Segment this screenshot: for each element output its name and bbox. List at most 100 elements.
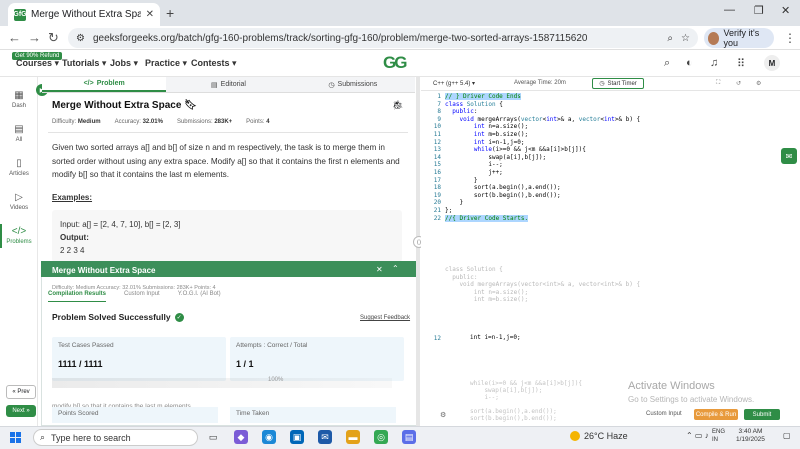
app-icon[interactable]: ▤: [402, 430, 416, 444]
line-number: 16: [433, 168, 441, 176]
ghost-code-line: int i=n-1,j=0;: [470, 334, 521, 341]
submit-button[interactable]: Submit: [744, 409, 780, 420]
taskbar-search[interactable]: ⌕ Type here to search: [33, 429, 198, 446]
video-icon: ▷: [15, 192, 23, 203]
average-time: Average Time: 20m: [514, 80, 566, 86]
prev-button[interactable]: « Prev: [6, 385, 36, 399]
ghost-code-lower: while(i>=0 && j<m &&a[i]>b[j]){ swap(a[i…: [470, 380, 582, 422]
list-icon: ▤: [14, 124, 24, 135]
tab-title: Merge Without Extra Space | Pr: [31, 9, 141, 20]
browser-menu-icon[interactable]: ⋮: [784, 31, 796, 45]
next-button[interactable]: Next »: [6, 405, 36, 417]
rail-videos[interactable]: ▷ Videos: [0, 192, 38, 211]
nav-contests[interactable]: Contests ▾: [191, 58, 237, 69]
tab-editorial[interactable]: ▤ Editorial: [166, 77, 290, 92]
url-text[interactable]: geeksforgeeks.org/batch/gfg-160-problems…: [93, 33, 659, 44]
custom-input-toggle[interactable]: Custom Input: [646, 411, 682, 417]
editor-bottom-gear-icon[interactable]: ⚙: [440, 411, 446, 419]
rail-all[interactable]: ▤ All: [0, 124, 38, 143]
rail-problems[interactable]: </> Problems: [0, 226, 38, 245]
language-select[interactable]: C++ (g++ 5.4) ▾: [433, 80, 475, 87]
zoom-icon[interactable]: ⌕: [667, 33, 673, 44]
nav-tutorials[interactable]: Tutorials ▾: [62, 58, 106, 69]
edge-icon[interactable]: ◉: [262, 430, 276, 444]
suggest-feedback-link[interactable]: Suggest Feedback: [360, 315, 410, 321]
reload-icon[interactable]: ↻: [48, 30, 59, 46]
result-tabs: Compilation Results Custom Input Y.O.G.I…: [48, 291, 414, 302]
address-bar[interactable]: ⚙ geeksforgeeks.org/batch/gfg-160-proble…: [68, 28, 698, 48]
theme-toggle-icon[interactable]: ◐: [686, 57, 693, 69]
tab-yogi-bot[interactable]: Y.O.G.I. (AI Bot): [178, 291, 221, 302]
nav-jobs[interactable]: Jobs ▾: [110, 58, 138, 69]
notifications-icon[interactable]: ▢: [783, 431, 791, 440]
user-avatar[interactable]: M: [764, 55, 780, 71]
windows-start-icon[interactable]: [10, 432, 21, 443]
collapse-result-icon[interactable]: ⌃: [392, 264, 399, 273]
compile-run-button[interactable]: Compile & Run: [694, 409, 738, 420]
gfg-logo[interactable]: GG: [383, 53, 407, 73]
close-result-icon[interactable]: ✕: [376, 265, 383, 274]
restore-icon[interactable]: ❐: [754, 4, 764, 17]
search-icon: ⌕: [40, 432, 46, 442]
ghost-code: class Solution { public: void mergeArray…: [445, 266, 641, 304]
back-icon[interactable]: ←: [8, 30, 21, 45]
task-view-icon[interactable]: ▭: [206, 430, 220, 444]
bookmark-icon: 🔖︎: [184, 100, 197, 111]
fullscreen-icon[interactable]: ⛶: [716, 80, 720, 87]
problem-tabs: </> Problem ▤ Editorial ◷ Submissions: [42, 77, 415, 93]
line-number: 19: [433, 191, 441, 199]
window-close-icon[interactable]: ✕: [781, 4, 790, 17]
tab-custom-input[interactable]: Custom Input: [124, 291, 160, 302]
nav-courses[interactable]: Courses ▾: [16, 58, 59, 69]
attempts-value: 1 / 1: [236, 359, 254, 369]
site-search-icon[interactable]: ⌕: [664, 57, 670, 70]
new-tab-icon[interactable]: +: [166, 5, 174, 21]
mail-icon[interactable]: ✉: [318, 430, 332, 444]
input-language[interactable]: ENG IN: [712, 428, 725, 444]
example-input: Input: a[] = [2, 4, 7, 10], b[] = [2, 3]: [60, 220, 181, 229]
site-info-icon[interactable]: ⚙: [76, 33, 85, 44]
code-content[interactable]: // } Driver Code Ends class Solution { p…: [445, 93, 800, 222]
report-bug-icon[interactable]: 🐞︎: [392, 100, 403, 111]
start-timer-button[interactable]: ◷ Start Timer: [592, 78, 644, 89]
ghost-line-number: 12: [433, 335, 441, 342]
editor-settings-icon[interactable]: ⚙: [756, 80, 761, 87]
panel-divider[interactable]: [416, 77, 420, 426]
apps-grid-icon[interactable]: ⠿: [737, 57, 745, 70]
test-cases-label: Test Cases Passed: [58, 342, 114, 349]
line-number: 14: [433, 153, 441, 161]
line-number: 18: [433, 184, 441, 192]
line-number: 22: [433, 214, 441, 222]
example-box: Input: a[] = [2, 4, 7, 10], b[] = [2, 3]…: [52, 210, 402, 262]
reset-icon[interactable]: ↺: [736, 80, 741, 87]
activate-windows-subtitle: Go to Settings to activate Windows.: [628, 395, 755, 404]
solved-headline: Problem Solved Successfully ✓: [52, 312, 184, 322]
close-tab-icon[interactable]: ✕: [146, 9, 154, 20]
rail-dash[interactable]: ▦ Dash: [0, 90, 38, 109]
rail-articles[interactable]: ▯ Articles: [0, 158, 38, 177]
system-tray-icons[interactable]: ⌃ ▭ ♪: [686, 431, 709, 440]
rail-active-indicator: [0, 224, 2, 248]
weather-widget[interactable]: 26°C Haze: [570, 431, 628, 441]
browser-tab[interactable]: GfG Merge Without Extra Space | Pr ✕: [8, 3, 160, 26]
line-number: 13: [433, 146, 441, 154]
profile-button[interactable]: Verify it's you: [704, 28, 774, 48]
minimize-icon[interactable]: —: [724, 4, 735, 16]
tab-problem[interactable]: </> Problem: [42, 77, 167, 92]
nav-practice[interactable]: Practice ▾: [145, 58, 187, 69]
line-number: 11: [433, 130, 441, 138]
file-explorer-icon[interactable]: ▬: [346, 430, 360, 444]
bookmark-star-icon[interactable]: ☆: [681, 33, 690, 44]
result-ghost-title: Merge Without Extra Space: [52, 266, 156, 275]
copilot-icon[interactable]: ◆: [234, 430, 248, 444]
chat-icon[interactable]: ✉: [781, 148, 797, 164]
notification-bell-icon[interactable]: ♫: [710, 57, 718, 69]
forward-icon[interactable]: →: [28, 30, 41, 45]
store-icon[interactable]: ▣: [290, 430, 304, 444]
chrome-icon[interactable]: ◎: [374, 430, 388, 444]
sun-icon: [570, 431, 580, 441]
tab-submissions[interactable]: ◷ Submissions: [291, 77, 415, 92]
taskbar-search-input[interactable]: Type here to search: [51, 433, 131, 443]
tab-compilation-results[interactable]: Compilation Results: [48, 291, 107, 302]
clock[interactable]: 3:40 AM 1/19/2025: [736, 428, 765, 444]
